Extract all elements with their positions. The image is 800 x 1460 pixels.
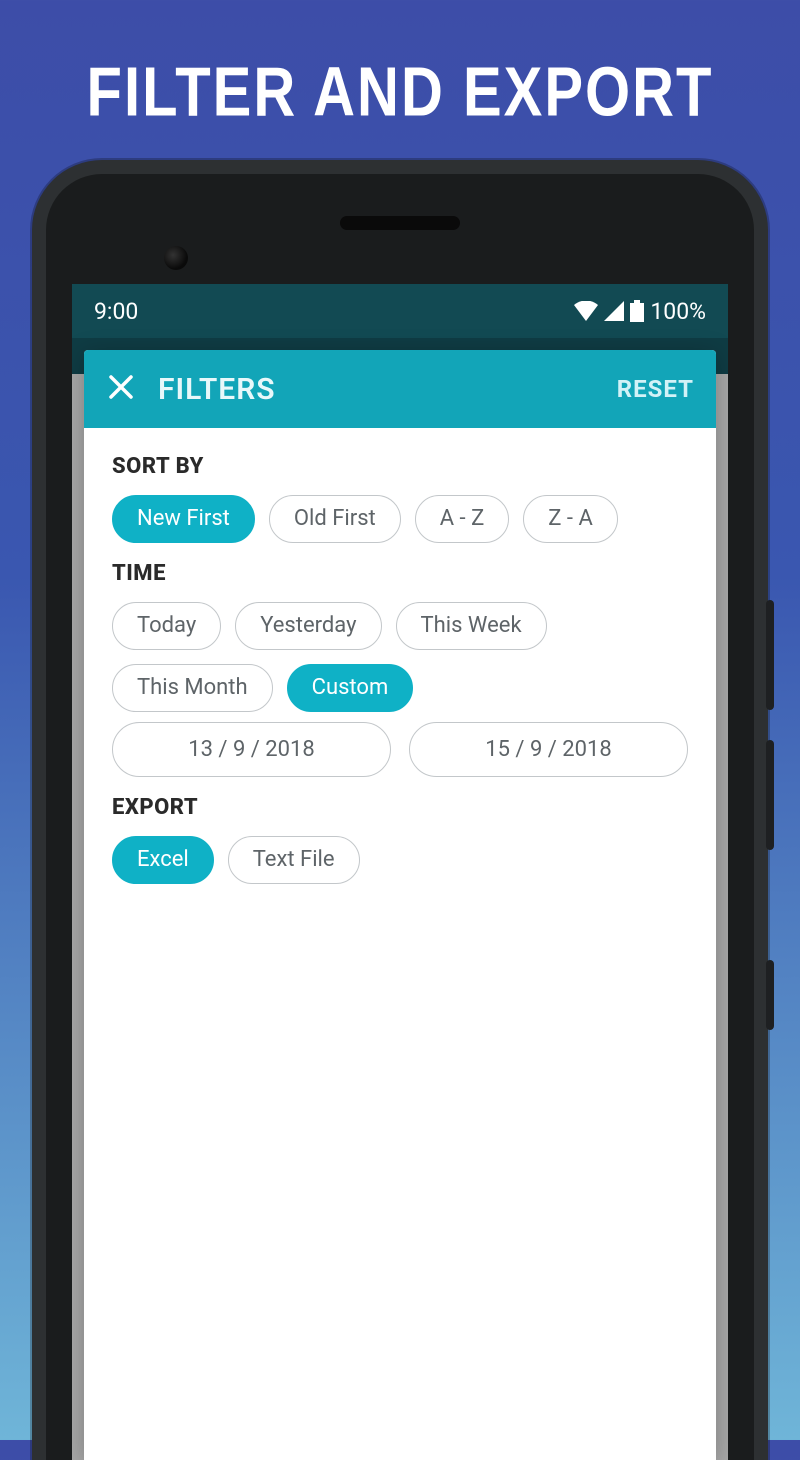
status-indicators: 100% (574, 298, 706, 325)
export-chip-excel[interactable]: Excel (112, 836, 214, 884)
screen: 9:00 100% (72, 284, 728, 1460)
close-icon (107, 373, 135, 405)
sort-chip-old-first[interactable]: Old First (269, 495, 401, 543)
sort-by-label: SORT BY (112, 454, 688, 479)
reset-button[interactable]: RESET (617, 375, 694, 403)
status-bar: 9:00 100% (72, 284, 728, 338)
sort-chip-new-first[interactable]: New First (112, 495, 255, 543)
battery-icon (630, 300, 644, 322)
export-label: EXPORT (112, 795, 688, 820)
date-range-row: 13 / 9 / 2018 15 / 9 / 2018 (112, 722, 688, 777)
export-chips: Excel Text File (112, 836, 688, 884)
time-chip-this-week[interactable]: This Week (396, 602, 547, 650)
time-chip-yesterday[interactable]: Yesterday (235, 602, 381, 650)
device-camera (164, 246, 188, 270)
sort-chip-a-z[interactable]: A - Z (415, 495, 510, 543)
close-button[interactable] (106, 374, 136, 404)
export-chip-text-file[interactable]: Text File (228, 836, 360, 884)
sort-by-chips: New First Old First A - Z Z - A (112, 495, 688, 543)
date-from-field[interactable]: 13 / 9 / 2018 (112, 722, 391, 777)
filters-sheet: FILTERS RESET SORT BY New First Old Firs… (84, 350, 716, 1460)
status-time: 9:00 (94, 298, 138, 325)
device-side-button (766, 960, 774, 1030)
battery-percent: 100% (650, 298, 706, 325)
time-label: TIME (112, 561, 688, 586)
device-speaker (340, 216, 460, 230)
device-side-button (766, 740, 774, 850)
sort-chip-z-a[interactable]: Z - A (523, 495, 618, 543)
device-side-button (766, 600, 774, 710)
time-chip-today[interactable]: Today (112, 602, 221, 650)
time-chip-custom[interactable]: Custom (287, 664, 414, 712)
wifi-icon (574, 301, 598, 321)
cellular-icon (604, 301, 624, 321)
sheet-title: FILTERS (158, 372, 595, 407)
sheet-body: SORT BY New First Old First A - Z Z - A … (84, 428, 716, 920)
device-bezel: 9:00 100% (46, 174, 754, 1460)
time-chip-this-month[interactable]: This Month (112, 664, 273, 712)
promo-title: FILTER AND EXPORT (0, 0, 800, 156)
device-frame: 9:00 100% (32, 160, 768, 1460)
sheet-header: FILTERS RESET (84, 350, 716, 428)
date-to-field[interactable]: 15 / 9 / 2018 (409, 722, 688, 777)
time-chips: Today Yesterday This Week This Month Cus… (112, 602, 688, 712)
